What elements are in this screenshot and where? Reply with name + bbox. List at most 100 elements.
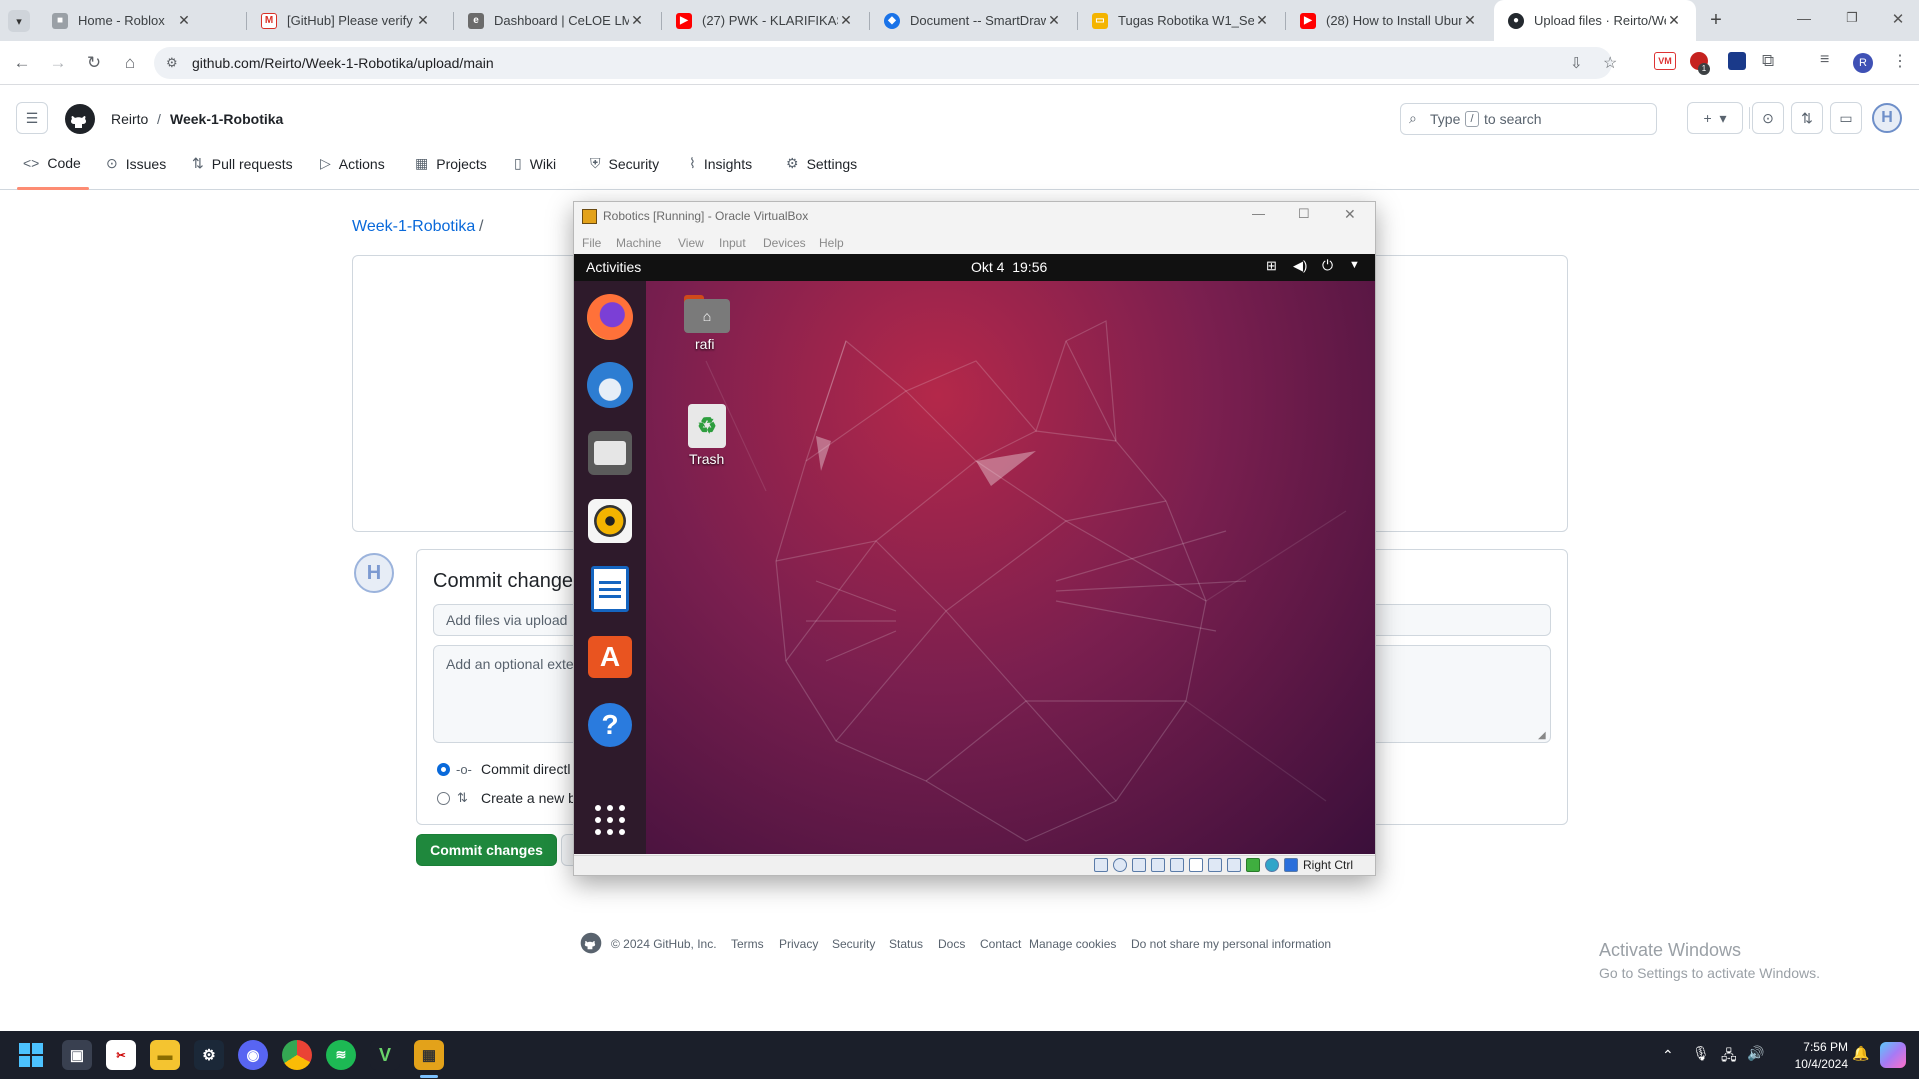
thunderbird-icon[interactable] [585, 360, 635, 410]
nav-settings[interactable]: ⚙ Settings [786, 155, 857, 172]
activities-button[interactable]: Activities [586, 259, 641, 275]
speaker-icon[interactable]: 🔊 [1747, 1045, 1764, 1062]
home-icon[interactable]: ⌂ [116, 49, 144, 77]
forward-arrow-icon[interactable]: → [44, 49, 72, 77]
create-branch-radio[interactable] [437, 792, 450, 805]
github-logo-icon[interactable] [64, 103, 96, 135]
vbox-maximize-icon[interactable]: ☐ [1298, 206, 1310, 222]
tab-search-button[interactable]: ▾ [8, 10, 30, 32]
snipping-tool-icon[interactable]: ✂ [106, 1040, 136, 1070]
footer-link-manage-cookies[interactable]: Manage cookies [1029, 937, 1116, 951]
nav-security[interactable]: ⛨ Security [590, 155, 659, 172]
vscode-icon[interactable]: V [370, 1040, 400, 1070]
site-info-icon[interactable]: ⚙ [166, 55, 178, 71]
trash-icon[interactable]: ♻ [688, 404, 726, 448]
create-new-button[interactable]: + ▾ [1687, 102, 1743, 134]
media-control-icon[interactable]: ≡ [1820, 51, 1829, 69]
usb-status-icon[interactable] [1170, 858, 1184, 872]
reload-icon[interactable]: ↻ [80, 49, 108, 77]
nav-insights[interactable]: ⌇ Insights [689, 155, 752, 172]
commit-direct-label[interactable]: Commit directl [481, 761, 570, 777]
tab-gmail[interactable]: M[GitHub] Please verify yo✕ [247, 0, 445, 41]
file-explorer-icon[interactable]: ▬ [150, 1040, 180, 1070]
task-view-icon[interactable]: ▣ [62, 1040, 92, 1070]
new-tab-button[interactable]: + [1704, 8, 1728, 32]
trash-label[interactable]: Trash [689, 451, 724, 467]
footer-link-docs[interactable]: Docs [938, 937, 965, 951]
recording-status-icon[interactable] [1227, 858, 1241, 872]
minimize-icon[interactable]: — [1794, 10, 1814, 30]
footer-link-terms[interactable]: Terms [731, 937, 764, 951]
nav-code[interactable]: <> Code [23, 155, 81, 171]
commit-changes-button[interactable]: Commit changes [416, 834, 557, 866]
nav-issues[interactable]: ⊙ Issues [106, 155, 166, 172]
close-icon[interactable]: ✕ [1666, 12, 1682, 29]
footer-link-status[interactable]: Status [889, 937, 923, 951]
close-icon[interactable]: ✕ [176, 12, 192, 29]
tab-roblox[interactable]: ■ Home - Roblox ✕ [38, 0, 206, 41]
tab-smartdraw[interactable]: ◆ Document -- SmartDraw ✕ [870, 0, 1076, 41]
close-icon[interactable]: ✕ [1046, 12, 1062, 29]
vbox-menu-file[interactable]: File [582, 236, 601, 250]
tab-github-upload[interactable]: ●Upload files · Reirto/Weel✕ [1494, 0, 1696, 41]
close-icon[interactable]: ✕ [629, 12, 645, 29]
footer-link-do-not-share[interactable]: Do not share my personal information [1131, 937, 1331, 951]
inbox-icon[interactable]: ▭ [1830, 102, 1862, 134]
tab-youtube-pwk[interactable]: ▶(27) PWK - KLARIFIKASI S✕ [662, 0, 868, 41]
discord-icon[interactable]: ◉ [238, 1040, 268, 1070]
commit-direct-radio[interactable] [437, 763, 450, 776]
files-icon[interactable] [585, 428, 635, 478]
vbox-menu-view[interactable]: View [678, 236, 704, 250]
resize-handle-icon[interactable]: ◢ [1538, 730, 1546, 741]
writer-icon[interactable] [585, 564, 635, 614]
create-branch-label[interactable]: Create a new b [481, 790, 576, 806]
install-app-icon[interactable]: ⇩ [1570, 54, 1583, 72]
footer-link-privacy[interactable]: Privacy [779, 937, 818, 951]
bookmark-star-icon[interactable]: ☆ [1603, 53, 1617, 73]
spotify-icon[interactable]: ≋ [326, 1040, 356, 1070]
footer-link-contact[interactable]: Contact [980, 937, 1021, 951]
ubuntu-clock[interactable]: Okt 4 19:56 [971, 259, 1047, 275]
notification-bell-icon[interactable]: 🔔 [1852, 1045, 1869, 1062]
issues-circle-icon[interactable]: ⊙ [1752, 102, 1784, 134]
extension-blue-icon[interactable] [1728, 52, 1746, 70]
shared-folders-status-icon[interactable] [1189, 858, 1203, 872]
nav-wiki[interactable]: ▯ Wiki [514, 155, 556, 172]
footer-github-logo-icon[interactable] [580, 932, 602, 954]
vbox-minimize-icon[interactable]: — [1252, 206, 1265, 221]
display-status-icon[interactable] [1208, 858, 1222, 872]
chrome-icon[interactable] [282, 1040, 312, 1070]
back-arrow-icon[interactable]: ← [8, 49, 36, 77]
restore-icon[interactable]: ❐ [1842, 10, 1862, 30]
window-close-icon[interactable]: ✕ [1888, 10, 1908, 30]
taskbar-time[interactable]: 7:56 PM [1778, 1040, 1848, 1054]
optical-drive-status-icon[interactable] [1113, 858, 1127, 872]
hard-disk-status-icon[interactable] [1094, 858, 1108, 872]
steam-icon[interactable]: ⚙ [194, 1040, 224, 1070]
nav-pull-requests[interactable]: ⇅ Pull requests [192, 155, 293, 172]
power-icon[interactable]: ⏻ [1322, 257, 1333, 274]
profile-avatar[interactable]: R [1853, 53, 1873, 73]
cpu-status-icon[interactable] [1246, 858, 1260, 872]
keyboard-capture-status-icon[interactable] [1284, 858, 1298, 872]
vbox-close-icon[interactable]: ✕ [1344, 206, 1356, 223]
microphone-icon[interactable]: 🎙 [1692, 1045, 1710, 1062]
network-status-icon[interactable] [1151, 858, 1165, 872]
pull-requests-icon[interactable]: ⇅ [1791, 102, 1823, 134]
windows-start-icon[interactable] [19, 1043, 43, 1067]
tab-slides[interactable]: ▭Tugas Robotika W1_Seme✕ [1078, 0, 1284, 41]
software-icon[interactable]: A [585, 632, 635, 682]
home-folder-label[interactable]: rafi [695, 336, 714, 352]
taskbar-date[interactable]: 10/4/2024 [1778, 1057, 1848, 1071]
repo-name-link[interactable]: Week-1-Robotika [170, 111, 283, 127]
help-icon[interactable]: ? [585, 700, 635, 750]
tab-celoe[interactable]: e Dashboard | CeLOE LMS ✕ [454, 0, 659, 41]
vbox-menu-input[interactable]: Input [719, 236, 746, 250]
vbox-menu-help[interactable]: Help [819, 236, 844, 250]
network-tray-icon[interactable]: 🖧 [1721, 1045, 1737, 1069]
volume-icon[interactable]: ◀) [1293, 258, 1307, 274]
footer-link-security[interactable]: Security [832, 937, 875, 951]
home-folder-icon[interactable]: ⌂ [684, 293, 730, 333]
url-text[interactable]: github.com/Reirto/Week-1-Robotika/upload… [192, 55, 494, 71]
audio-status-icon[interactable] [1132, 858, 1146, 872]
